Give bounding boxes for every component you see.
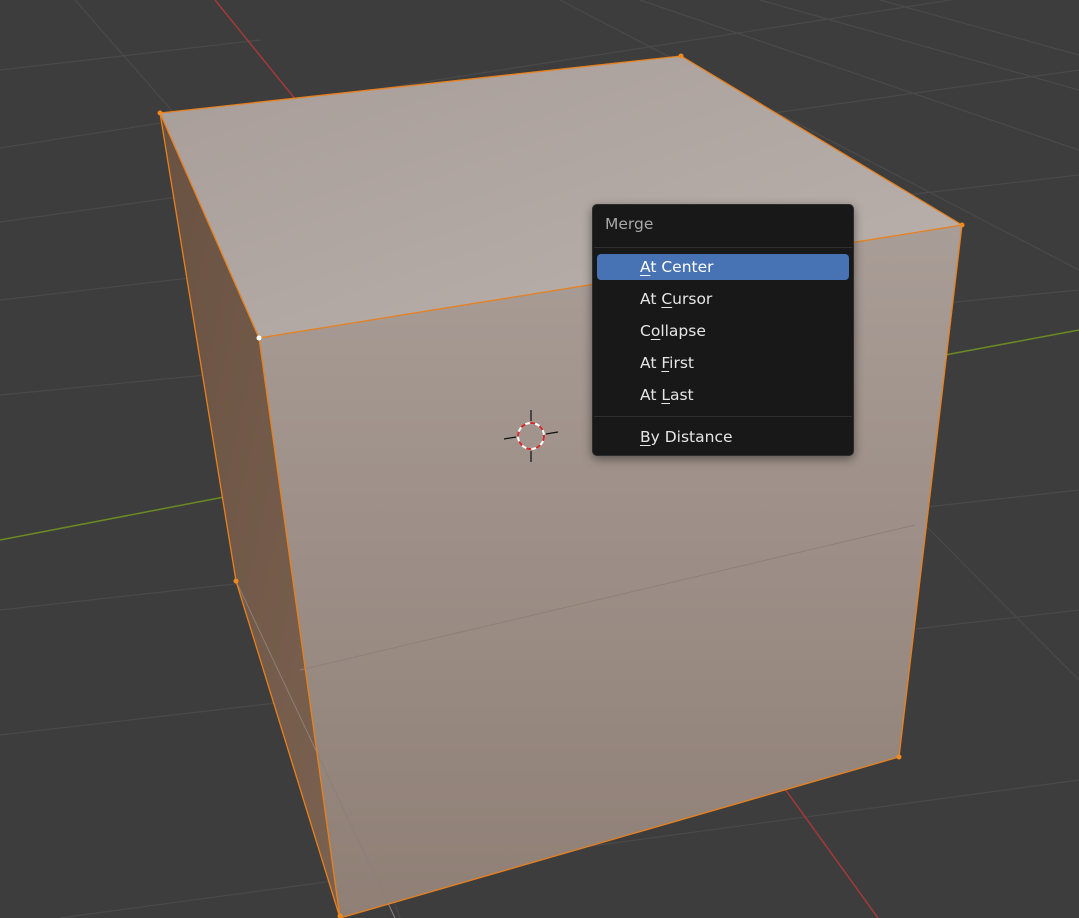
menu-item-text: ast bbox=[669, 386, 694, 404]
menu-item-collapse[interactable]: Collapse bbox=[597, 318, 849, 344]
menu-item-at-cursor[interactable]: At Cursor bbox=[597, 286, 849, 312]
menu-item-text: At bbox=[640, 386, 662, 404]
menu-item-hotkey: C bbox=[661, 290, 673, 308]
merge-menu: Merge At Center At Cursor Collapse At Fi… bbox=[592, 204, 854, 456]
menu-item-at-last[interactable]: At Last bbox=[597, 382, 849, 408]
3d-viewport[interactable] bbox=[0, 0, 1079, 918]
menu-item-hotkey: L bbox=[661, 386, 670, 404]
menu-item-text: At bbox=[640, 290, 662, 308]
menu-item-text: ursor bbox=[672, 290, 713, 308]
menu-item-hotkey: B bbox=[640, 428, 651, 446]
menu-item-text: irst bbox=[669, 354, 694, 372]
menu-item-text: C bbox=[640, 322, 651, 340]
menu-item-hotkey: o bbox=[650, 322, 661, 340]
menu-item-by-distance[interactable]: By Distance bbox=[597, 424, 849, 450]
menu-separator bbox=[594, 247, 852, 248]
menu-item-text: llapse bbox=[660, 322, 706, 340]
menu-item-text: y Distance bbox=[650, 428, 733, 446]
menu-item-hotkey: A bbox=[640, 258, 651, 276]
menu-item-hotkey: F bbox=[661, 354, 670, 372]
menu-item-at-first[interactable]: At First bbox=[597, 350, 849, 376]
menu-title: Merge bbox=[605, 215, 654, 233]
menu-separator bbox=[594, 416, 852, 417]
menu-item-at-center[interactable]: At Center bbox=[597, 254, 849, 280]
active-vertex bbox=[256, 335, 262, 341]
menu-item-text: t Center bbox=[650, 258, 714, 276]
menu-item-text: At bbox=[640, 354, 662, 372]
